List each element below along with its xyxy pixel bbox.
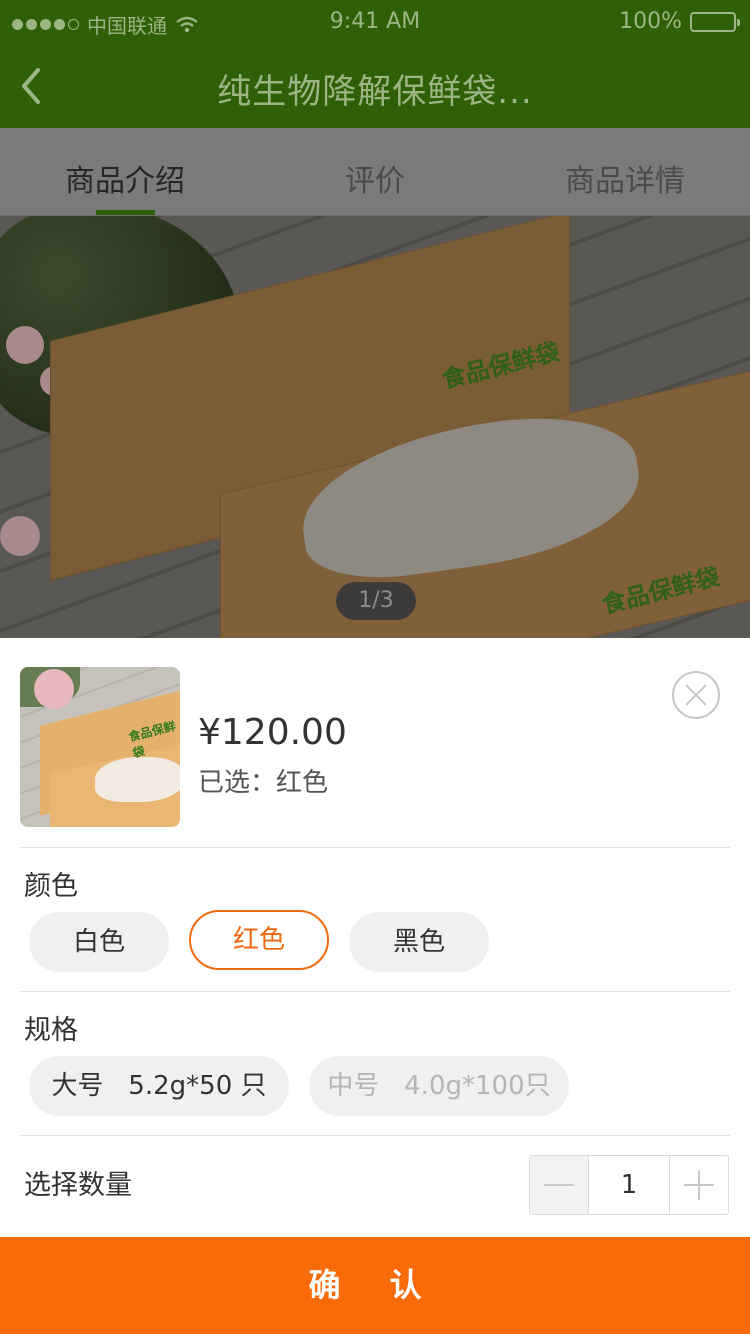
color-option-red[interactable]: 红色 — [189, 910, 329, 970]
page-title: 纯生物降解保鲜袋... — [217, 72, 533, 112]
color-option-black[interactable]: 黑色 — [349, 912, 489, 972]
top-bar: 中国联通 9:41 AM 100% 纯生物降解保鲜袋... — [0, 0, 750, 128]
confirm-button[interactable]: 确 认 — [0, 1237, 750, 1334]
status-bar: 中国联通 9:41 AM 100% — [0, 0, 750, 44]
sku-selector-sheet: 食品保鲜袋 ¥120.00 已选：红色 颜色 白色 红色 黑色 规格 大号 5.… — [0, 650, 750, 1334]
battery-percent: 100% — [619, 9, 682, 34]
spec-option-medium[interactable]: 中号 4.0g*100只 — [309, 1056, 569, 1116]
quantity-stepper: 1 — [529, 1155, 729, 1215]
status-right: 100% — [619, 9, 740, 34]
product-thumbnail: 食品保鲜袋 — [20, 667, 180, 827]
divider — [20, 1135, 730, 1136]
tab-active-indicator — [96, 210, 155, 215]
quantity-value[interactable]: 1 — [589, 1156, 669, 1214]
decrease-quantity-button[interactable] — [530, 1156, 589, 1214]
nav-bar: 纯生物降解保鲜袋... — [0, 44, 750, 128]
color-section-title: 颜色 — [24, 871, 78, 902]
close-icon[interactable] — [671, 670, 721, 720]
spec-option-large[interactable]: 大号 5.2g*50 只 — [29, 1056, 289, 1116]
flower-decoration — [0, 516, 40, 556]
battery-icon — [690, 11, 740, 32]
tab-product-intro[interactable]: 商品介绍 — [0, 156, 250, 200]
divider — [20, 991, 730, 992]
increase-quantity-button[interactable] — [669, 1156, 728, 1214]
flower-decoration — [6, 326, 44, 364]
tab-product-details[interactable]: 商品详情 — [500, 156, 750, 200]
product-image-gallery[interactable]: 食品保鲜袋 食品保鲜袋 1/3 — [0, 216, 750, 638]
tab-bar: 商品介绍 评价 商品详情 — [0, 128, 750, 216]
tab-reviews[interactable]: 评价 — [250, 156, 500, 200]
color-option-white[interactable]: 白色 — [29, 912, 169, 972]
price-label: ¥120.00 — [198, 712, 347, 753]
selected-variant-label: 已选：红色 — [198, 768, 329, 798]
quantity-section-title: 选择数量 — [24, 1170, 132, 1201]
image-pager: 1/3 — [336, 582, 416, 620]
spec-section-title: 规格 — [24, 1015, 78, 1046]
divider — [20, 847, 730, 848]
